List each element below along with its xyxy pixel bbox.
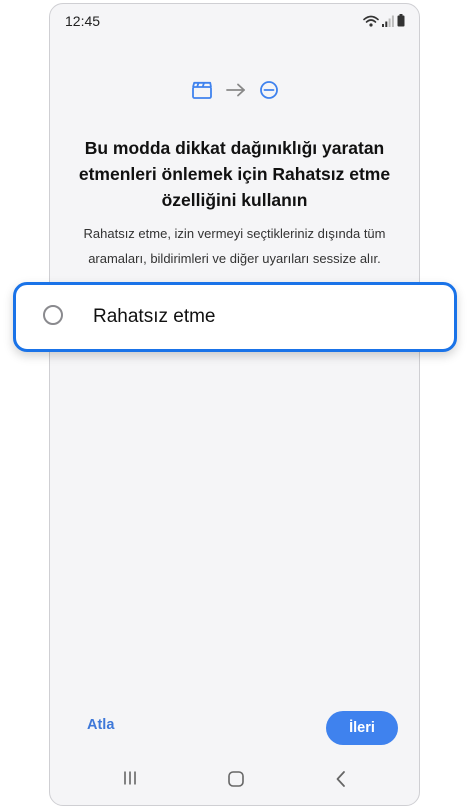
status-icons (363, 14, 405, 32)
back-icon[interactable] (334, 770, 348, 788)
next-button[interactable]: İleri (326, 711, 398, 745)
hero-icons (50, 79, 419, 106)
radio-button[interactable] (43, 305, 63, 325)
do-not-disturb-icon (259, 80, 279, 105)
option-label: Rahatsız etme (93, 306, 216, 327)
arrow-right-icon (225, 82, 247, 103)
wifi-icon (363, 14, 379, 32)
signal-icon (382, 14, 394, 32)
page-title: Bu modda dikkat dağınıklığı yaratan etme… (78, 138, 391, 210)
home-icon[interactable] (227, 770, 245, 788)
status-bar: 12:45 (50, 4, 419, 38)
recent-apps-icon[interactable] (122, 770, 138, 786)
navigation-bar (50, 755, 419, 805)
status-time: 12:45 (65, 13, 101, 29)
page-description: Rahatsız etme, izin vermeyi seçtiklerini… (83, 226, 386, 266)
battery-icon (397, 14, 405, 32)
do-not-disturb-option[interactable]: Rahatsız etme (13, 282, 457, 352)
skip-button[interactable]: Atla (87, 717, 114, 733)
phone-screen: 12:45 Bu modda dikkat dağınıklığı yarata… (49, 3, 420, 806)
clapperboard-icon (191, 79, 213, 106)
